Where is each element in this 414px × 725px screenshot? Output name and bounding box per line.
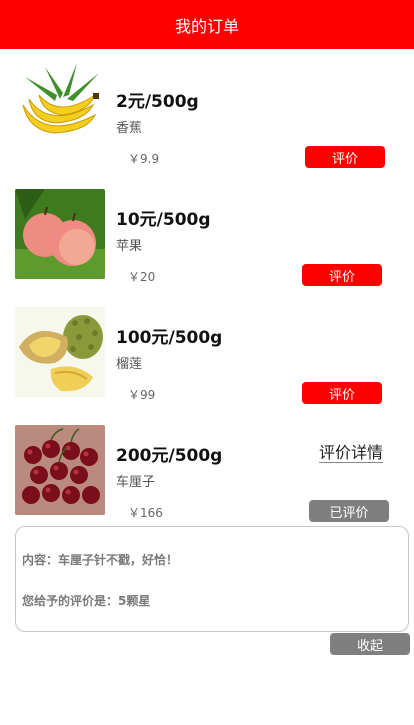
review-button[interactable]: 评价 bbox=[302, 264, 382, 286]
review-button[interactable]: 评价 bbox=[305, 146, 385, 168]
price-label: 200元/500g bbox=[116, 446, 223, 466]
page-title: 我的订单 bbox=[174, 16, 239, 36]
reviewed-button[interactable]: 已评价 bbox=[309, 500, 389, 522]
order-amount: ￥166 bbox=[128, 506, 163, 520]
fruit-name: 榴莲 bbox=[116, 357, 143, 372]
apple-image bbox=[15, 189, 105, 279]
review-detail-link[interactable]: 评价详情 bbox=[319, 444, 384, 463]
header-bar: 我的订单 bbox=[0, 0, 414, 49]
orders-page: 我的订单 2元/500g 香蕉 ￥9.9 评价 10元/500g 苹果 ￥20 … bbox=[0, 0, 414, 725]
review-content: 内容：车厘子针不戳，好恰！ bbox=[22, 553, 179, 567]
price-label: 100元/500g bbox=[116, 328, 223, 348]
price-label: 2元/500g bbox=[116, 92, 199, 112]
order-item-apple: 10元/500g 苹果 ￥20 评价 bbox=[0, 167, 414, 286]
collapse-button[interactable]: 收起 bbox=[330, 633, 410, 655]
price-label: 10元/500g bbox=[116, 210, 211, 230]
order-item-cherry: 200元/500g 评价详情 车厘子 ￥166 已评价 bbox=[0, 403, 414, 522]
order-amount: ￥99 bbox=[128, 388, 156, 402]
order-item-durian: 100元/500g 榴莲 ￥99 评价 bbox=[0, 285, 414, 404]
review-rating: 您给予的评价是：5颗星 bbox=[22, 594, 151, 608]
banana-image bbox=[15, 59, 105, 149]
review-button[interactable]: 评价 bbox=[302, 382, 382, 404]
order-amount: ￥9.9 bbox=[128, 152, 160, 166]
fruit-name: 车厘子 bbox=[116, 475, 156, 490]
review-detail-box: 内容：车厘子针不戳，好恰！ 您给予的评价是：5颗星 bbox=[15, 526, 409, 632]
cherry-image bbox=[15, 425, 105, 515]
durian-image bbox=[15, 307, 105, 397]
order-amount: ￥20 bbox=[128, 270, 156, 284]
fruit-name: 香蕉 bbox=[116, 121, 143, 136]
order-item-banana: 2元/500g 香蕉 ￥9.9 评价 bbox=[0, 49, 414, 168]
fruit-name: 苹果 bbox=[116, 239, 143, 254]
